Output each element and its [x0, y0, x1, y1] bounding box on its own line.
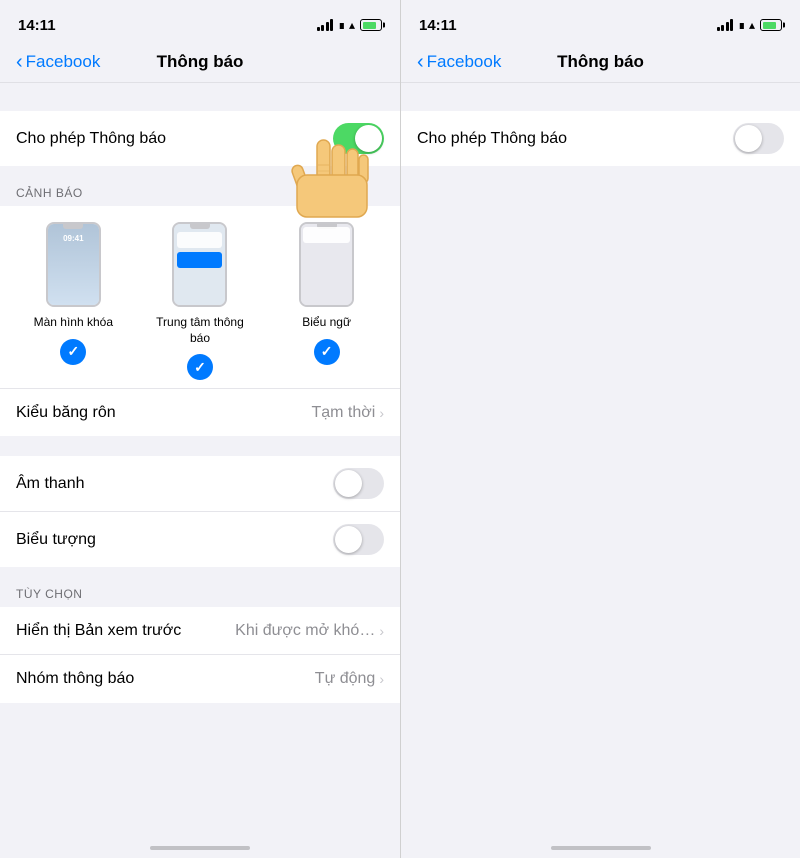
- check-notif[interactable]: ✓: [187, 354, 213, 380]
- chevron-right-icon: ›: [379, 405, 384, 421]
- sounds-toggle[interactable]: [333, 468, 384, 499]
- home-indicator-right: [551, 846, 651, 850]
- alert-item-notif: Trung tâm thông báo ✓: [155, 222, 245, 380]
- phone-mini-notif: [172, 222, 227, 307]
- alert-icons-row: 09:41 Màn hình khóa ✓: [0, 206, 400, 388]
- notch-lock: [63, 224, 83, 229]
- nav-bar-left: ‹ Facebook Thông báo: [0, 44, 400, 83]
- sounds-group: Âm thanh Biểu tượng: [0, 456, 400, 567]
- phone-mini-banner: [299, 222, 354, 307]
- sounds-row: Âm thanh: [0, 456, 400, 512]
- allow-notif-toggle-right[interactable]: [733, 123, 784, 154]
- nav-bar-right: ‹ Facebook Thông báo: [401, 44, 800, 83]
- chevron-preview-icon: ›: [379, 623, 384, 639]
- alert-item-banner: Biểu ngữ ✓: [282, 222, 372, 365]
- sounds-card: Âm thanh Biểu tượng: [0, 456, 400, 567]
- lock-screen-preview: 09:41: [48, 224, 99, 305]
- allow-notif-group-right: Cho phép Thông báo: [401, 111, 800, 166]
- group-label: Nhóm thông báo: [16, 670, 134, 688]
- notif-banner-2: [177, 252, 222, 268]
- status-bar-right: 14:11 ∎ ▴: [401, 0, 800, 44]
- battery-icon-right: [760, 19, 782, 31]
- allow-notif-toggle[interactable]: [333, 123, 384, 154]
- left-screen: 14:11 ∎ ▴ ‹ Facebook Thông báo Cho phép …: [0, 0, 400, 858]
- badge-label: Biểu tượng: [16, 531, 96, 549]
- badge-toggle[interactable]: [333, 524, 384, 555]
- time-left: 14:11: [18, 17, 56, 34]
- allow-notif-group: Cho phép Thông báo: [0, 111, 400, 166]
- sounds-label: Âm thanh: [16, 475, 84, 493]
- signal-icon-right: [717, 19, 734, 31]
- allow-notif-label: Cho phép Thông báo: [16, 130, 166, 148]
- alert-label-lock: Màn hình khóa: [34, 315, 113, 331]
- chevron-left-icon: ‹: [16, 52, 23, 72]
- page-title-right: Thông báo: [507, 52, 694, 72]
- preview-value: Khi được mở khó… ›: [235, 622, 384, 640]
- alert-item-lock: 09:41 Màn hình khóa ✓: [28, 222, 118, 365]
- status-icons-left: ∎ ▴: [317, 18, 383, 32]
- time-right: 14:11: [419, 17, 457, 34]
- phone-mini-lock: 09:41: [46, 222, 101, 307]
- wifi-icon-right: ∎ ▴: [738, 18, 755, 32]
- alert-label-notif: Trung tâm thông báo: [155, 315, 245, 346]
- banner-screen-preview: [301, 224, 352, 305]
- back-label-right: Facebook: [427, 52, 502, 72]
- notif-banner-1: [177, 232, 222, 248]
- signal-icon: [317, 19, 334, 31]
- options-card: Hiển thị Bản xem trước Khi được mở khó… …: [0, 607, 400, 703]
- alerts-group: CẢNH BÁO 09:41 Màn hình khóa ✓: [0, 186, 400, 436]
- alerts-heading: CẢNH BÁO: [0, 186, 400, 206]
- banner-style-row[interactable]: Kiểu băng rôn Tạm thời ›: [0, 388, 400, 436]
- alerts-card: 09:41 Màn hình khóa ✓: [0, 206, 400, 436]
- status-bar-left: 14:11 ∎ ▴: [0, 0, 400, 44]
- notch-notif: [190, 224, 210, 229]
- battery-icon: [360, 19, 382, 31]
- back-button-left[interactable]: ‹ Facebook: [16, 52, 106, 72]
- check-lock[interactable]: ✓: [60, 339, 86, 365]
- options-group: TÙY CHỌN Hiển thị Bản xem trước Khi được…: [0, 587, 400, 703]
- page-title-left: Thông báo: [106, 52, 294, 72]
- notif-screen-preview: [174, 224, 225, 305]
- banner-style-value: Tạm thời ›: [311, 404, 384, 422]
- preview-row[interactable]: Hiển thị Bản xem trước Khi được mở khó… …: [0, 607, 400, 655]
- group-value: Tự động ›: [315, 670, 384, 688]
- status-icons-right: ∎ ▴: [717, 18, 783, 32]
- back-button-right[interactable]: ‹ Facebook: [417, 52, 507, 72]
- lock-preview-time: 09:41: [48, 234, 99, 243]
- chevron-left-icon-right: ‹: [417, 52, 424, 72]
- allow-notif-row-right: Cho phép Thông báo: [401, 111, 800, 166]
- banner-style-label: Kiểu băng rôn: [16, 404, 116, 422]
- allow-notif-label-right: Cho phép Thông báo: [417, 130, 567, 148]
- alert-label-banner: Biểu ngữ: [302, 315, 351, 331]
- right-screen: 14:11 ∎ ▴ ‹ Facebook Thông báo Cho phép …: [400, 0, 800, 858]
- back-label-left: Facebook: [26, 52, 101, 72]
- home-indicator-left: [150, 846, 250, 850]
- preview-label: Hiển thị Bản xem trước: [16, 622, 181, 640]
- badge-row: Biểu tượng: [0, 512, 400, 567]
- banner-preview-top: [303, 227, 350, 243]
- settings-content-left: Cho phép Thông báo CẢNH BÁO 09:41: [0, 83, 400, 858]
- options-heading: TÙY CHỌN: [0, 587, 400, 607]
- settings-content-right: Cho phép Thông báo: [401, 83, 800, 858]
- group-row[interactable]: Nhóm thông báo Tự động ›: [0, 655, 400, 703]
- chevron-group-icon: ›: [379, 671, 384, 687]
- wifi-icon: ∎ ▴: [338, 18, 355, 32]
- allow-notif-row: Cho phép Thông báo: [0, 111, 400, 166]
- check-banner[interactable]: ✓: [314, 339, 340, 365]
